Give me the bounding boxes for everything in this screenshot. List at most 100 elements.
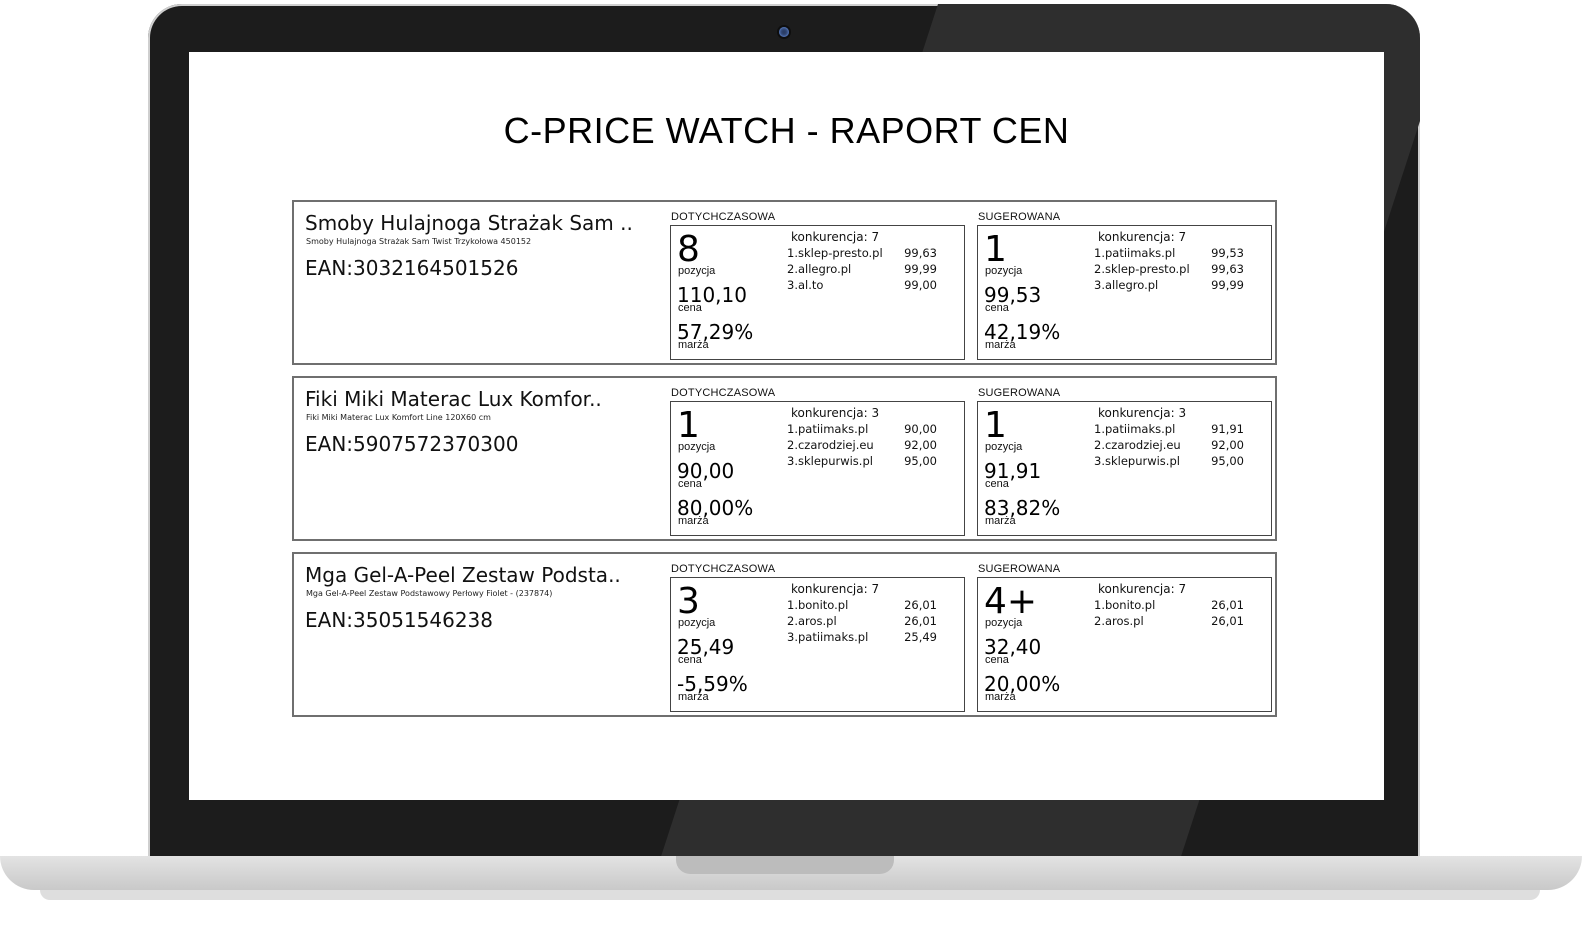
suggested-price-box: 4+ pozycja 32,40 cena 20,00% marża konku… <box>977 577 1272 712</box>
competitor-price: 99,00 <box>904 278 937 292</box>
competitor-shop: 3.allegro.pl <box>1094 278 1159 292</box>
competitor-shop: 1.patiimaks.pl <box>1094 246 1176 260</box>
competitor-shop: 1.bonito.pl <box>787 598 849 612</box>
price-label: cena <box>985 302 1009 314</box>
competitor-price: 25,49 <box>904 630 937 644</box>
current-section-label: DOTYCHCZASOWA <box>671 211 776 223</box>
competitor-price: 90,00 <box>904 422 937 436</box>
product-full-name: Mga Gel-A-Peel Zestaw Podstawowy Perłowy… <box>306 589 553 598</box>
laptop-shadow <box>40 890 1540 900</box>
position-value: 4+ <box>984 581 1038 622</box>
product-name: Mga Gel-A-Peel Zestaw Podsta.. <box>305 563 621 587</box>
product-ean: EAN:35051546238 <box>305 608 493 632</box>
position-value: 1 <box>677 405 700 446</box>
competitor-row: 3.patiimaks.pl 25,49 <box>787 630 937 646</box>
product-name: Fiki Miki Materac Lux Komfor.. <box>305 387 602 411</box>
margin-label: marża <box>678 515 709 527</box>
current-section-label: DOTYCHCZASOWA <box>671 563 776 575</box>
suggested-section-label: SUGEROWANA <box>978 563 1061 575</box>
competitor-row: 2.czarodziej.eu 92,00 <box>1094 438 1244 454</box>
competitor-price: 26,01 <box>1211 598 1244 612</box>
margin-label: marża <box>678 339 709 351</box>
price-label: cena <box>678 654 702 666</box>
price-label: cena <box>678 478 702 490</box>
competitor-row: 2.sklep-presto.pl 99,63 <box>1094 262 1244 278</box>
competitor-list: 1.patiimaks.pl 90,00 2.czarodziej.eu 92,00 3… <box>787 422 937 470</box>
competitor-row: 1.sklep-presto.pl 99,63 <box>787 246 937 262</box>
competitor-price: 95,00 <box>904 454 937 468</box>
price-label: cena <box>985 478 1009 490</box>
competitor-row: 1.bonito.pl 26,01 <box>1094 598 1244 614</box>
suggested-section-label: SUGEROWANA <box>978 387 1061 399</box>
competition-count: konkurencja: 7 <box>1098 230 1187 244</box>
position-label: pozycja <box>678 441 716 453</box>
competitor-shop: 3.patiimaks.pl <box>787 630 869 644</box>
position-value: 1 <box>984 229 1007 270</box>
competitor-shop: 1.patiimaks.pl <box>1094 422 1176 436</box>
competitor-shop: 3.sklepurwis.pl <box>787 454 873 468</box>
competitor-row: 3.al.to 99,00 <box>787 278 937 294</box>
competitor-row: 1.patiimaks.pl 90,00 <box>787 422 937 438</box>
margin-label: marża <box>985 339 1016 351</box>
competitor-shop: 2.czarodziej.eu <box>1094 438 1181 452</box>
camera-icon <box>779 27 789 37</box>
competitor-shop: 1.patiimaks.pl <box>787 422 869 436</box>
competitor-list: 1.patiimaks.pl 99,53 2.sklep-presto.pl 99,6… <box>1094 246 1244 294</box>
competitor-shop: 2.aros.pl <box>787 614 837 628</box>
competitor-price: 99,99 <box>904 262 937 276</box>
competitor-shop: 2.sklep-presto.pl <box>1094 262 1190 276</box>
competition-count: konkurencja: 7 <box>1098 582 1187 596</box>
position-label: pozycja <box>678 617 716 629</box>
competitor-row: 1.bonito.pl 26,01 <box>787 598 937 614</box>
product-ean: EAN:5907572370300 <box>305 432 519 456</box>
product-card: Fiki Miki Materac Lux Komfor.. Fiki Miki… <box>292 376 1277 541</box>
competitor-price: 99,53 <box>1211 246 1244 260</box>
suggested-price-box: 1 pozycja 91,91 cena 83,82% marża konkur… <box>977 401 1272 536</box>
current-price-box: 8 pozycja 110,10 cena 57,29% marża konku… <box>670 225 965 360</box>
competitor-shop: 2.aros.pl <box>1094 614 1144 628</box>
product-ean: EAN:3032164501526 <box>305 256 519 280</box>
competitor-price: 95,00 <box>1211 454 1244 468</box>
margin-label: marża <box>678 691 709 703</box>
product-name: Smoby Hulajnoga Strażak Sam .. <box>305 211 633 235</box>
report-title: C-PRICE WATCH - RAPORT CEN <box>503 110 1070 151</box>
competition-count: konkurencja: 3 <box>1098 406 1187 420</box>
competitor-price: 92,00 <box>1211 438 1244 452</box>
price-label: cena <box>985 654 1009 666</box>
competitor-row: 1.patiimaks.pl 99,53 <box>1094 246 1244 262</box>
current-price-box: 3 pozycja 25,49 cena -5,59% marża konkur… <box>670 577 965 712</box>
competitor-shop: 1.sklep-presto.pl <box>787 246 883 260</box>
competitor-row: 2.allegro.pl 99,99 <box>787 262 937 278</box>
competitor-row: 3.allegro.pl 99,99 <box>1094 278 1244 294</box>
competitor-row: 2.aros.pl 26,01 <box>787 614 937 630</box>
position-value: 3 <box>677 581 700 622</box>
competitor-list: 1.bonito.pl 26,01 2.aros.pl 26,01 3.patiimak… <box>787 598 937 646</box>
laptop-notch <box>676 856 894 874</box>
competitor-shop: 3.sklepurwis.pl <box>1094 454 1180 468</box>
competitor-price: 99,63 <box>1211 262 1244 276</box>
laptop-frame: C-PRICE WATCH - RAPORT CEN Smoby Hulajno… <box>148 4 1420 862</box>
competitor-list: 1.sklep-presto.pl 99,63 2.allegro.pl 99,99 3… <box>787 246 937 294</box>
competitor-shop: 2.czarodziej.eu <box>787 438 874 452</box>
position-value: 1 <box>984 405 1007 446</box>
competition-count: konkurencja: 7 <box>791 230 880 244</box>
competitor-price: 26,01 <box>904 598 937 612</box>
current-price-box: 1 pozycja 90,00 cena 80,00% marża konkur… <box>670 401 965 536</box>
competitor-price: 26,01 <box>904 614 937 628</box>
competitor-row: 2.aros.pl 26,01 <box>1094 614 1244 630</box>
competitor-price: 91,91 <box>1211 422 1244 436</box>
margin-label: marża <box>985 691 1016 703</box>
suggested-section-label: SUGEROWANA <box>978 211 1061 223</box>
product-full-name: Fiki Miki Materac Lux Komfort Line 120X6… <box>306 413 491 422</box>
product-full-name: Smoby Hulajnoga Strażak Sam Twist Trzyko… <box>306 237 532 246</box>
competitor-price: 92,00 <box>904 438 937 452</box>
competitor-price: 99,99 <box>1211 278 1244 292</box>
competitor-shop: 3.al.to <box>787 278 824 292</box>
position-value: 8 <box>677 229 700 270</box>
position-label: pozycja <box>985 441 1023 453</box>
price-label: cena <box>678 302 702 314</box>
competitor-row: 3.sklepurwis.pl 95,00 <box>787 454 937 470</box>
competitor-shop: 1.bonito.pl <box>1094 598 1156 612</box>
competitor-price: 26,01 <box>1211 614 1244 628</box>
margin-label: marża <box>985 515 1016 527</box>
